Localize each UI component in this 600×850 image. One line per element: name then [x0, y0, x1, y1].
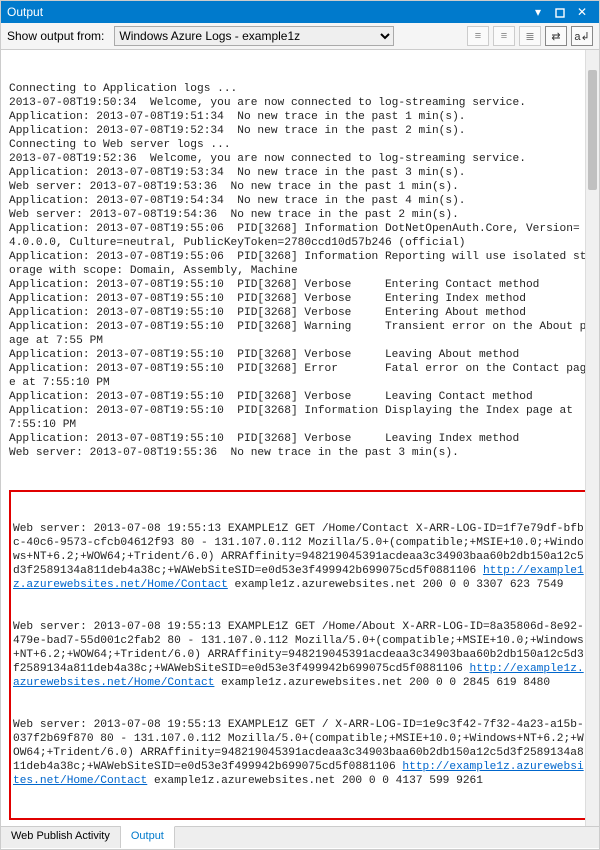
log-entry: 2013-07-08T19:52:36 Welcome, you are now…: [9, 152, 593, 166]
title-bar: Output ▾ ✕: [1, 1, 599, 23]
log-entry: Connecting to Application logs ...: [9, 82, 593, 96]
word-wrap-icon[interactable]: a↲: [571, 26, 593, 46]
tab-output[interactable]: Output: [121, 826, 175, 848]
log-entry: Application: 2013-07-08T19:54:34 No new …: [9, 194, 593, 208]
log-entry: Connecting to Web server logs ...: [9, 138, 593, 152]
log-entry: Application: 2013-07-08T19:55:10 PID[326…: [9, 292, 593, 306]
dropdown-icon[interactable]: ▾: [527, 5, 549, 19]
log-entry: Application: 2013-07-08T19:53:34 No new …: [9, 166, 593, 180]
log-entry: Web server: 2013-07-08 19:55:13 EXAMPLE1…: [13, 522, 589, 592]
log-entry: Application: 2013-07-08T19:55:10 PID[326…: [9, 404, 593, 432]
close-icon[interactable]: ✕: [571, 5, 593, 19]
output-source-label: Show output from:: [7, 29, 104, 43]
log-entry: Application: 2013-07-08T19:55:06 PID[326…: [9, 250, 593, 278]
log-output[interactable]: Connecting to Application logs ...2013-0…: [1, 50, 599, 826]
indent-left-icon[interactable]: ≡: [467, 26, 489, 46]
output-source-select[interactable]: Windows Azure Logs - example1z: [114, 26, 394, 46]
log-entry: Web server: 2013-07-08T19:54:36 No new t…: [9, 208, 593, 222]
vertical-scrollbar[interactable]: [585, 50, 599, 826]
log-entry: Application: 2013-07-08T19:55:10 PID[326…: [9, 320, 593, 348]
toolbar: Show output from: Windows Azure Logs - e…: [1, 23, 599, 50]
log-entry: 2013-07-08T19:50:34 Welcome, you are now…: [9, 96, 593, 110]
tab-web-publish-activity[interactable]: Web Publish Activity: [1, 827, 121, 848]
window-title: Output: [7, 5, 527, 19]
log-entry: Application: 2013-07-08T19:52:34 No new …: [9, 124, 593, 138]
bottom-tab-bar: Web Publish Activity Output: [1, 826, 599, 848]
log-entry: Web server: 2013-07-08T19:53:36 No new t…: [9, 180, 593, 194]
log-entry: Web server: 2013-07-08 19:55:13 EXAMPLE1…: [13, 620, 589, 690]
maximize-icon[interactable]: [549, 5, 571, 19]
indent-right-icon[interactable]: ≡: [493, 26, 515, 46]
log-entry: Application: 2013-07-08T19:55:10 PID[326…: [9, 348, 593, 362]
find-icon[interactable]: ⇄: [545, 26, 567, 46]
log-entry: Application: 2013-07-08T19:55:10 PID[326…: [9, 278, 593, 292]
log-entry: Application: 2013-07-08T19:55:10 PID[326…: [9, 390, 593, 404]
log-entry: Application: 2013-07-08T19:55:10 PID[326…: [9, 432, 593, 446]
log-entry: Application: 2013-07-08T19:55:06 PID[326…: [9, 222, 593, 250]
highlighted-log-entries: Web server: 2013-07-08 19:55:13 EXAMPLE1…: [9, 490, 593, 820]
clear-icon[interactable]: ≣: [519, 26, 541, 46]
log-entry: Application: 2013-07-08T19:55:10 PID[326…: [9, 362, 593, 390]
log-entry: Web server: 2013-07-08 19:55:13 EXAMPLE1…: [13, 718, 589, 788]
log-entry: Application: 2013-07-08T19:55:10 PID[326…: [9, 306, 593, 320]
log-entry: Web server: 2013-07-08T19:55:36 No new t…: [9, 446, 593, 460]
scrollbar-thumb[interactable]: [588, 70, 597, 190]
log-entry: Application: 2013-07-08T19:51:34 No new …: [9, 110, 593, 124]
